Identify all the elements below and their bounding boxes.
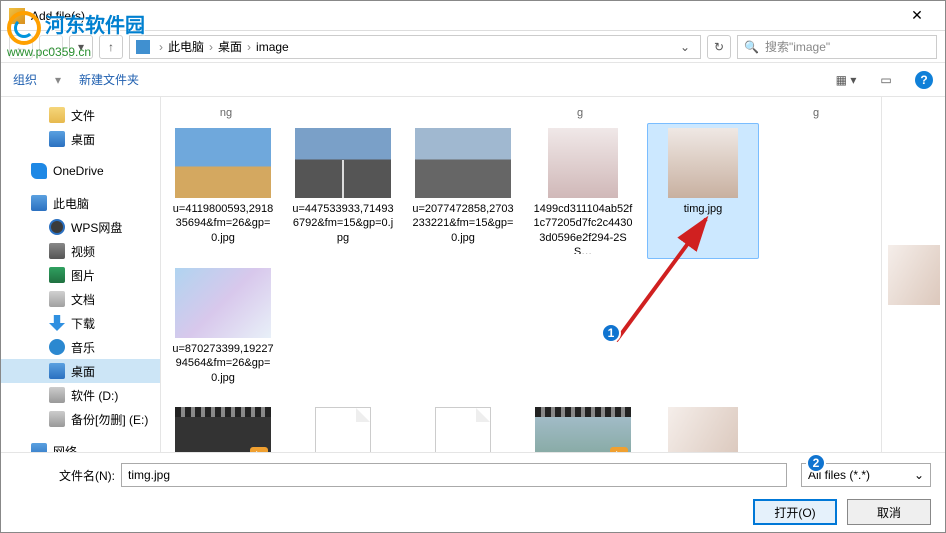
cancel-button[interactable]: 取消 [847, 499, 931, 525]
sidebar-item-此电脑[interactable]: 此电脑 [1, 191, 160, 215]
file-item[interactable]: Video_2019-07-05_113759.wmv [527, 402, 639, 452]
sidebar-item-文档[interactable]: 文档 [1, 287, 160, 311]
help-icon[interactable]: ? [915, 71, 933, 89]
image-thumbnail [668, 407, 738, 452]
refresh-button[interactable]: ↻ [707, 35, 731, 59]
open-button[interactable]: 打开(O) [753, 499, 837, 525]
file-item[interactable]: u=870273399,1922794564&fm=26&gp=0.jpg [167, 263, 279, 390]
sidebar-item-软件 (D:)[interactable]: 软件 (D:) [1, 383, 160, 407]
file-item[interactable]: t0140bb04bf17ccfea8.jpg [647, 402, 759, 452]
sidebar-item-视频[interactable]: 视频 [1, 239, 160, 263]
file-name: u=870273399,1922794564&fm=26&gp=0.jpg [172, 342, 274, 385]
file-item[interactable]: fangaoplayer.serial [287, 402, 399, 452]
image-thumbnail [435, 407, 491, 452]
ico-download-icon [49, 315, 65, 331]
image-thumbnail [668, 128, 738, 198]
ico-drive-icon [49, 411, 65, 427]
app-icon [9, 8, 25, 24]
organize-menu[interactable]: 组织 [13, 71, 37, 88]
breadcrumb-root[interactable]: 此电脑 [168, 38, 204, 55]
filename-label: 文件名(N): [15, 467, 115, 484]
breadcrumb-p2[interactable]: image [256, 40, 289, 54]
sidebar-item-网络[interactable]: 网络 [1, 439, 160, 452]
sidebar-item-WPS网盘[interactable]: WPS网盘 [1, 215, 160, 239]
ico-network-icon [31, 443, 47, 452]
ico-music-icon [49, 339, 65, 355]
file-name: 1499cd311104ab52f1c77205d7fc2c44303d0596… [532, 202, 634, 254]
image-thumbnail [175, 268, 271, 338]
video-thumbnail [535, 407, 631, 452]
file-item[interactable]: timg.jpg [647, 123, 759, 259]
ico-desktop-icon [49, 131, 65, 147]
sidebar-tree: 文件桌面OneDrive此电脑WPS网盘视频图片文档下载音乐桌面软件 (D:)备… [1, 97, 161, 452]
filename-input[interactable] [121, 463, 787, 487]
sidebar-item-备份[勿删] (E:)[interactable]: 备份[勿删] (E:) [1, 407, 160, 431]
image-thumbnail [415, 128, 511, 198]
annotation-badge-1: 1 [601, 323, 621, 343]
ico-wps-icon [49, 219, 65, 235]
pc-icon [136, 40, 150, 54]
file-item[interactable]: u=4119800593,291835694&fm=26&gp=0.jpg [167, 123, 279, 259]
ico-folder-icon [49, 107, 65, 123]
nav-back-button[interactable]: ← [9, 35, 33, 59]
image-thumbnail [295, 128, 391, 198]
video-thumbnail [175, 407, 271, 452]
sidebar-item-桌面[interactable]: 桌面 [1, 127, 160, 151]
window-title: Add file(s) [31, 9, 897, 23]
title-bar: Add file(s) ✕ [1, 1, 945, 31]
file-item[interactable]: u=447533933,714936792&fm=15&gp=0.jpg [287, 123, 399, 259]
file-name: u=447533933,714936792&fm=15&gp=0.jpg [292, 202, 394, 245]
breadcrumb-p1[interactable]: 桌面 [218, 38, 242, 55]
ico-desktop-icon [49, 363, 65, 379]
breadcrumb[interactable]: › 此电脑 › 桌面 › image ⌄ [129, 35, 701, 59]
view-icons-button[interactable]: ▦ ▾ [835, 69, 857, 91]
sidebar-item-文件[interactable]: 文件 [1, 103, 160, 127]
image-thumbnail [548, 128, 618, 198]
ico-onedrive-icon [31, 163, 47, 179]
image-thumbnail [315, 407, 371, 452]
sidebar-item-音乐[interactable]: 音乐 [1, 335, 160, 359]
ico-doc-icon [49, 291, 65, 307]
nav-up-button[interactable]: ↑ [99, 35, 123, 59]
search-input[interactable]: 🔍 搜索"image" [737, 35, 937, 59]
preview-pane [881, 97, 945, 452]
file-item[interactable]: Video_2019-07-05_113759.pmpk [407, 402, 519, 452]
toolbar: 组织 ▾ 新建文件夹 ▦ ▾ ▭ ? [1, 63, 945, 97]
annotation-badge-2: 2 [806, 453, 826, 473]
nav-forward-button[interactable]: → [39, 35, 63, 59]
file-name: timg.jpg [652, 202, 754, 216]
sidebar-item-OneDrive[interactable]: OneDrive [1, 159, 160, 183]
nav-bar: ← → ▾ ↑ › 此电脑 › 桌面 › image ⌄ ↻ 🔍 搜索"imag… [1, 31, 945, 63]
file-name: u=4119800593,291835694&fm=26&gp=0.jpg [172, 202, 274, 245]
image-thumbnail [175, 128, 271, 198]
file-name: u=2077472858,2703233221&fm=15&gp=0.jpg [412, 202, 514, 245]
nav-recent-dropdown[interactable]: ▾ [69, 35, 93, 59]
breadcrumb-dropdown-icon[interactable]: ⌄ [676, 40, 694, 54]
ico-image-icon [49, 267, 65, 283]
sidebar-item-下载[interactable]: 下载 [1, 311, 160, 335]
sidebar-item-图片[interactable]: 图片 [1, 263, 160, 287]
ico-drive-icon [49, 387, 65, 403]
file-item[interactable]: 1499cd311104ab52f1c77205d7fc2c44303d0596… [527, 123, 639, 259]
file-area[interactable]: nggg u=4119800593,291835694&fm=26&gp=0.j… [161, 97, 881, 452]
new-folder-button[interactable]: 新建文件夹 [79, 71, 139, 88]
file-item[interactable]: Video_2019-07-05_161017.wmv [167, 402, 279, 452]
ico-video-icon [49, 243, 65, 259]
file-item[interactable]: u=2077472858,2703233221&fm=15&gp=0.jpg [407, 123, 519, 259]
sidebar-item-桌面[interactable]: 桌面 [1, 359, 160, 383]
search-icon: 🔍 [744, 40, 759, 54]
dialog-footer: 文件名(N): All files (*.*)⌄ 打开(O) 取消 [1, 452, 945, 532]
close-button[interactable]: ✕ [897, 7, 937, 24]
preview-pane-button[interactable]: ▭ [875, 69, 897, 91]
preview-thumbnail [888, 245, 940, 305]
ico-pc-icon [31, 195, 47, 211]
